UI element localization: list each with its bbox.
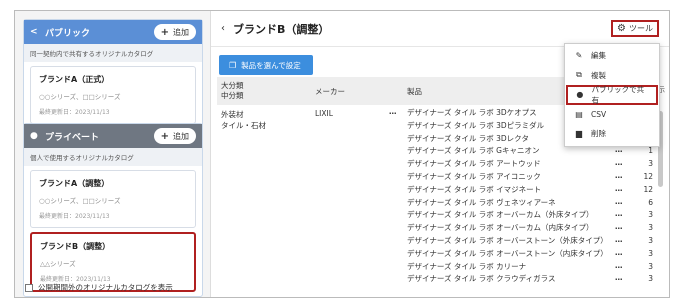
share-group-icon: ● — [576, 90, 584, 100]
menu-item-label: 削除 — [591, 129, 606, 139]
tool-label: ツール — [629, 24, 653, 33]
menu-item-csv[interactable]: ▤ CSV — [565, 105, 659, 125]
private-add-label: 追加 — [173, 131, 189, 141]
row-more-icon[interactable]: … — [615, 235, 623, 245]
row-more-icon[interactable]: … — [615, 222, 623, 232]
catalog-card[interactable]: ブランドA（調整） ○○シリーズ、□□シリーズ 最終更新日：2023/11/13 — [30, 170, 196, 228]
select-products-label: 製品を選んで設定 — [241, 60, 301, 70]
row-more-icon[interactable]: … — [615, 197, 623, 207]
menu-item-share-public[interactable]: ● パブリックで共有 — [566, 85, 658, 105]
back-chevron-icon[interactable]: ‹ — [221, 23, 225, 34]
tool-menu-button[interactable]: ⚙ ツール — [611, 20, 659, 37]
trash-icon: ▆ — [575, 129, 583, 139]
row-count: 3 — [648, 274, 653, 284]
maker-more-icon[interactable]: … — [389, 107, 397, 116]
category-main: 外装材 — [221, 110, 244, 119]
row-count: 3 — [648, 261, 653, 271]
plus-icon: + — [160, 26, 169, 38]
public-add-label: 追加 — [173, 27, 189, 37]
row-count: 3 — [648, 159, 653, 169]
row-count: 3 — [648, 236, 653, 245]
category-sub: タイル・石材 — [221, 121, 266, 130]
row-more-icon[interactable]: … — [615, 145, 623, 155]
select-products-button[interactable]: ❐ 製品を選んで設定 — [219, 55, 313, 75]
share-icon: < — [30, 27, 38, 37]
row-more-icon[interactable]: … — [615, 171, 623, 181]
private-add-button[interactable]: + 追加 — [153, 128, 196, 144]
row-count: 12 — [643, 184, 653, 194]
person-icon: ● — [30, 131, 38, 141]
public-catalog-panel: < パブリック + 追加 同一契約内で共有するオリジナルカタログ ブランドA（正… — [23, 19, 203, 129]
plus-icon: + — [160, 130, 169, 142]
row-more-icon[interactable]: … — [615, 158, 623, 168]
private-panel-header: ● プライベート + 追加 — [24, 124, 202, 148]
row-more-icon[interactable]: … — [615, 261, 623, 271]
catalog-card-title: ブランドA（調整） — [39, 179, 110, 188]
checkbox[interactable] — [25, 283, 33, 292]
gear-icon: ⚙ — [617, 23, 626, 34]
public-panel-description: 同一契約内で共有するオリジナルカタログ — [24, 44, 202, 62]
row-more-icon[interactable]: … — [615, 209, 623, 219]
private-catalog-panel: ● プライベート + 追加 個人で使用するオリジナルカタログ ブランドA（調整）… — [23, 123, 203, 297]
catalog-sidebar: < パブリック + 追加 同一契約内で共有するオリジナルカタログ ブランドA（正… — [15, 11, 211, 297]
row-count: 3 — [648, 210, 653, 220]
show-expired-toggle[interactable]: 公開期間外のオリジナルカタログを表示 — [25, 282, 173, 293]
public-panel-header: < パブリック + 追加 — [24, 20, 202, 44]
page-title: ブランドB（調整） — [233, 22, 330, 36]
catalog-card-title: ブランドA（正式） — [39, 75, 110, 84]
row-count: 12 — [643, 172, 653, 181]
tool-menu: ✎ 編集 ⧉ 複製 ● パブリックで共有 ▤ CSV ▆ 削除 — [564, 43, 660, 147]
private-panel-title: プライベート — [45, 132, 100, 143]
header-product: 製品 — [407, 87, 422, 96]
public-add-button[interactable]: + 追加 — [153, 24, 196, 40]
maker-cell: LIXIL — [315, 109, 333, 118]
copy-icon: ⧉ — [576, 70, 582, 80]
category-cell: 外装材 タイル・石材 — [221, 109, 266, 131]
row-count: 3 — [648, 223, 653, 233]
menu-item-delete[interactable]: ▆ 削除 — [565, 124, 659, 144]
menu-item-label: パブリックで共有 — [591, 84, 645, 105]
public-panel-title: パブリック — [45, 28, 91, 39]
row-more-icon[interactable]: … — [615, 273, 623, 283]
row-more-icon[interactable]: … — [615, 184, 623, 194]
catalog-card[interactable]: ブランドA（正式） ○○シリーズ、□□シリーズ 最終更新日：2023/11/13 — [30, 66, 196, 124]
row-more-icon[interactable]: … — [615, 248, 623, 258]
menu-item-label: CSV — [591, 109, 607, 119]
app-window: < パブリック + 追加 同一契約内で共有するオリジナルカタログ ブランドA（正… — [14, 10, 670, 298]
row-count: 6 — [648, 197, 653, 207]
catalog-card-series: ○○シリーズ、□□シリーズ — [39, 197, 121, 205]
menu-item-edit[interactable]: ✎ 編集 — [565, 46, 659, 66]
main-header: ‹ ブランドB（調整） ⚙ ツール — [211, 11, 669, 47]
show-expired-label: 公開期間外のオリジナルカタログを表示 — [38, 283, 173, 292]
csv-file-icon: ▤ — [575, 109, 583, 119]
menu-item-copy[interactable]: ⧉ 複製 — [565, 66, 659, 86]
menu-item-label: 複製 — [591, 70, 606, 80]
catalog-icon: ❐ — [229, 60, 237, 70]
row-count: 3 — [648, 248, 653, 258]
catalog-card-series: △△シリーズ — [40, 260, 76, 268]
catalog-card-title: ブランドB（調整） — [40, 242, 111, 251]
private-panel-description: 個人で使用するオリジナルカタログ — [24, 148, 202, 166]
row-count: 1 — [648, 146, 653, 156]
catalog-card-updated: 最終更新日：2023/11/13 — [39, 213, 110, 220]
catalog-card-series: ○○シリーズ、□□シリーズ — [39, 93, 121, 101]
edit-icon: ✎ — [575, 51, 583, 61]
header-maker: メーカー — [315, 87, 345, 96]
catalog-card-updated: 最終更新日：2023/11/13 — [39, 109, 110, 116]
menu-item-label: 編集 — [591, 51, 606, 61]
header-category: 大分類 中分類 — [221, 81, 244, 100]
